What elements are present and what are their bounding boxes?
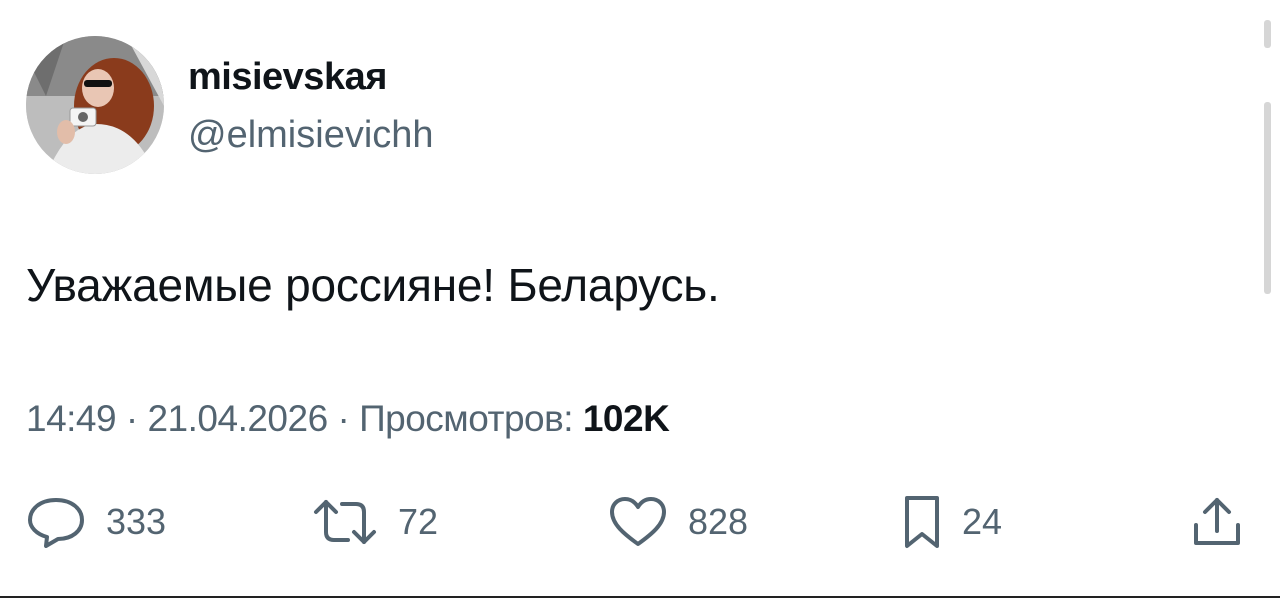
meta-separator: ·: [337, 398, 350, 439]
tweet-date[interactable]: 21.04.2026: [147, 398, 328, 439]
like-count: 828: [688, 501, 749, 542]
user-handle[interactable]: @elmisievichh: [188, 114, 434, 157]
heart-icon: [608, 496, 668, 548]
scroll-indicator-top: [1264, 20, 1271, 48]
reply-count: 333: [106, 501, 167, 542]
share-button[interactable]: [1190, 494, 1244, 550]
avatar[interactable]: [26, 36, 164, 174]
speech-bubble-icon: [26, 496, 86, 548]
share-icon: [1190, 495, 1244, 549]
retweet-button[interactable]: 72: [312, 494, 438, 550]
reply-button[interactable]: 333: [26, 494, 166, 550]
bookmark-icon: [902, 494, 942, 550]
views-count[interactable]: 102K: [583, 398, 670, 439]
retweet-icon: [312, 496, 378, 548]
tweet-meta: 14:49 · 21.04.2026 · Просмотров: 102K: [26, 398, 670, 440]
tweet-text: Уважаемые россияне! Беларусь.: [26, 259, 720, 311]
bookmark-button[interactable]: 24: [902, 494, 1002, 550]
tweet-card: misievskaя @elmisievichh Уважаемые росси…: [0, 0, 1280, 598]
avatar-image: [26, 36, 164, 174]
like-button[interactable]: 828: [608, 494, 748, 550]
user-display-name[interactable]: misievskaя: [188, 56, 387, 99]
meta-separator: ·: [125, 398, 138, 439]
tweet-time[interactable]: 14:49: [26, 398, 117, 439]
retweet-count: 72: [398, 501, 439, 542]
views-label: Просмотров:: [359, 398, 574, 439]
bookmark-count: 24: [962, 501, 1003, 542]
scrollbar-thumb[interactable]: [1264, 102, 1271, 294]
